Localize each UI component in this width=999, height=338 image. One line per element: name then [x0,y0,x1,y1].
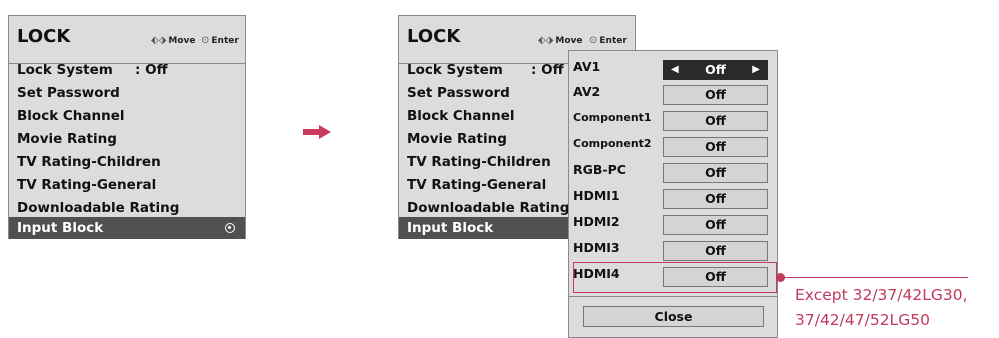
menu-item-input-block[interactable]: Input Block [9,217,245,239]
av1-value: Off [705,62,726,77]
lock-system-value: : Off [531,62,564,78]
component1-value-selector[interactable]: Off [663,111,768,131]
menu-item-tv-rating-children[interactable]: TV Rating-Children [9,151,245,174]
hdmi4-highlight-box [573,262,777,293]
enter-hint: ⊙ Enter [201,35,239,46]
av2-value-selector[interactable]: Off [663,85,768,105]
rgb-pc-value-selector[interactable]: Off [663,163,768,183]
enter-hint-label: Enter [211,36,239,46]
menu-title: LOCK [17,26,71,47]
row-label-component2: Component2 [573,137,652,150]
note-line-1: Except 32/37/42LG30, [795,286,968,304]
right-arrow-icon[interactable]: ▶ [752,61,760,79]
row-label-av1: AV1 [573,59,601,74]
menu-item-set-password[interactable]: Set Password [9,82,245,105]
hdmi3-value-selector[interactable]: Off [663,241,768,261]
row-label-rgb-pc: RGB-PC [573,162,626,177]
enter-hint: ⊙ Enter [589,35,627,46]
callout-line [784,277,968,278]
component2-value-selector[interactable]: Off [663,137,768,157]
row-label-hdmi3: HDMI3 [573,240,620,255]
row-label-av2: AV2 [573,84,601,99]
move-hint: ⬖⬗ Move [538,35,583,46]
close-button[interactable]: Close [583,306,764,327]
menu-title: LOCK [407,26,461,47]
hdmi1-value-selector[interactable]: Off [663,189,768,209]
lock-system-value: : Off [135,62,168,78]
menu-item-movie-rating[interactable]: Movie Rating [9,128,245,151]
menu-header: LOCK ⬖⬗ Move ⊙ Enter [9,16,245,62]
menu-item-lock-system[interactable]: Lock System : Off [9,59,245,82]
move-hint-label: Move [168,36,196,46]
hdmi2-value-selector[interactable]: Off [663,215,768,235]
row-label-hdmi2: HDMI2 [573,214,620,229]
av1-value-selector[interactable]: ◀ Off ▶ [663,60,768,80]
menu-item-label: Input Block [17,220,104,236]
popup-divider [569,296,777,297]
enter-icon: ⊙ [589,35,598,46]
lock-menu-left: LOCK ⬖⬗ Move ⊙ Enter Lock System : Off Set … [8,15,246,239]
left-arrow-icon[interactable]: ◀ [671,61,679,79]
menu-item-label: Lock System [407,62,503,78]
row-label-component1: Component1 [573,111,652,124]
move-icon: ⬖⬗ [151,35,167,46]
move-icon: ⬖⬗ [538,35,554,46]
input-block-popup: AV1 ◀ Off ▶ AV2 Off Component1 Off Compone… [568,50,778,338]
menu-item-block-channel[interactable]: Block Channel [9,105,245,128]
menu-item-tv-rating-general[interactable]: TV Rating-General [9,174,245,197]
row-label-hdmi1: HDMI1 [573,188,620,203]
enter-icon: ⊙ [201,35,210,46]
move-hint-label: Move [555,36,583,46]
enter-radio-icon [225,223,235,233]
enter-hint-label: Enter [599,36,627,46]
menu-item-label: Lock System [17,62,113,78]
note-line-2: 37/42/47/52LG50 [795,311,930,329]
arrow-right-icon [303,125,331,139]
move-hint: ⬖⬗ Move [151,35,196,46]
